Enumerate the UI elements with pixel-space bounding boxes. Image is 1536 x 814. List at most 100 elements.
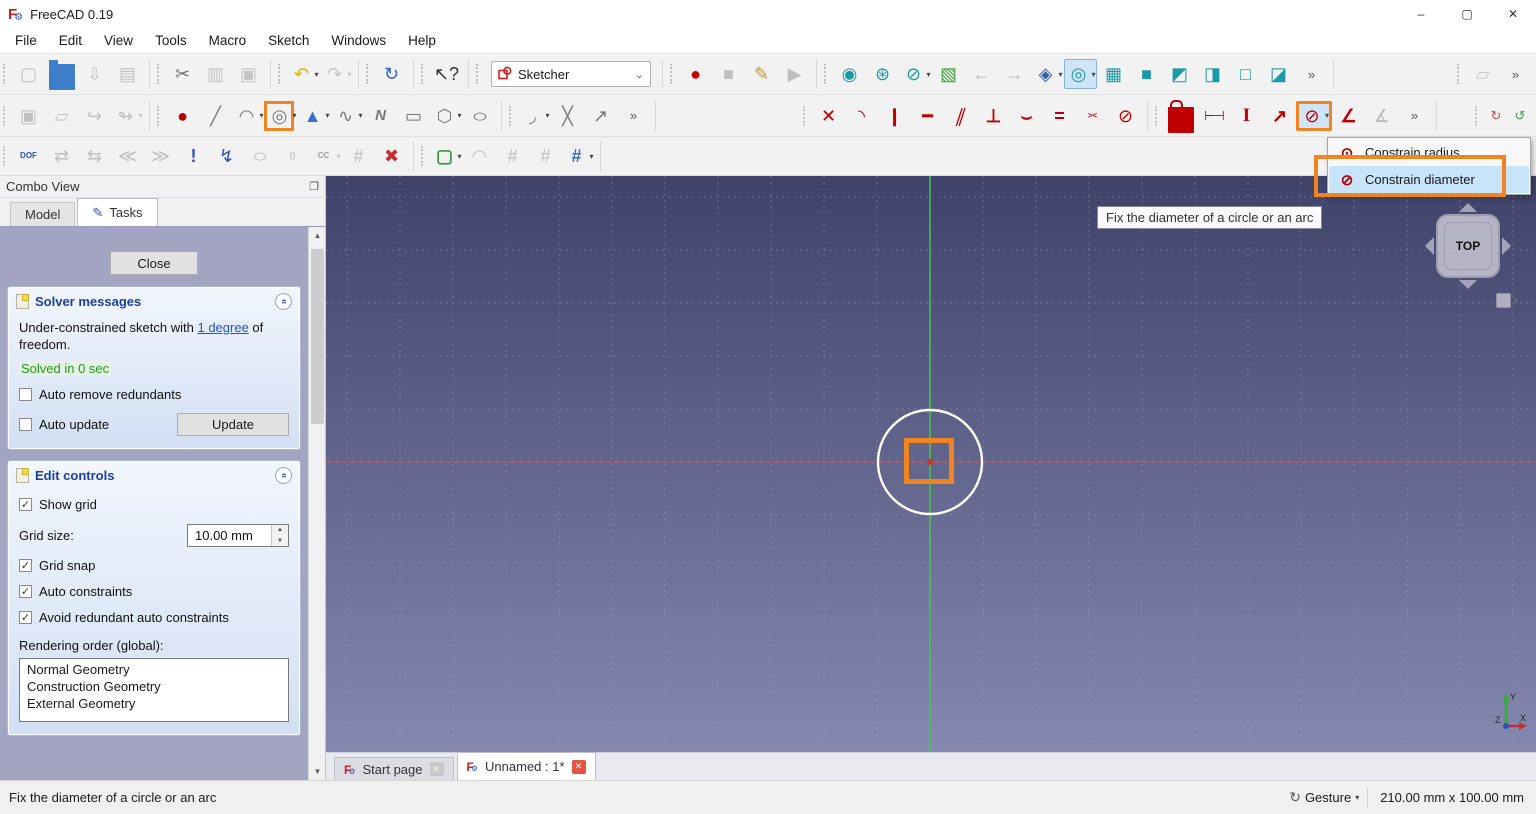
- sync-view-button[interactable]: ◎▾: [1064, 59, 1097, 89]
- constrain-coincident-button[interactable]: ✕: [812, 101, 845, 131]
- cut-button[interactable]: ✂: [166, 59, 199, 89]
- constrain-point-on-object-button[interactable]: ◝: [845, 101, 878, 131]
- undo-button[interactable]: ↶▾: [287, 59, 320, 89]
- menu-tools[interactable]: Tools: [144, 28, 198, 54]
- constrain-horizontal-button[interactable]: ━: [911, 101, 944, 131]
- navigation-cube[interactable]: TOP ▾: [1422, 200, 1514, 292]
- sketcher-view-overflow-button[interactable]: »: [1499, 59, 1532, 89]
- tab-close-icon[interactable]: ✕: [572, 760, 586, 774]
- view-overflow-button[interactable]: »: [1295, 59, 1328, 89]
- constraints-overflow-button[interactable]: »: [1398, 101, 1431, 131]
- macros-dialog-button[interactable]: ✎: [745, 59, 778, 89]
- trim-edge-button[interactable]: ╳: [551, 101, 584, 131]
- constrain-equal-button[interactable]: =: [1043, 101, 1076, 131]
- sketch-viewport[interactable]: Fix the diameter of a circle or an arc T…: [326, 176, 1536, 752]
- open-document-button[interactable]: [45, 59, 78, 89]
- create-line-button[interactable]: ╱: [199, 101, 232, 131]
- tasks-scrollbar[interactable]: ▲ ▼: [308, 227, 325, 780]
- scroll-up-icon[interactable]: ▲: [309, 227, 325, 244]
- menu-macro[interactable]: Macro: [198, 28, 258, 54]
- select-unconstrained-dof-button[interactable]: DOF: [12, 141, 45, 171]
- create-slot-button[interactable]: ○: [463, 101, 496, 131]
- menu-edit[interactable]: Edit: [48, 28, 93, 54]
- auto-constraints-checkbox[interactable]: ✓: [19, 585, 32, 598]
- constrain-lock-button[interactable]: [1164, 101, 1197, 131]
- create-rectangle-button[interactable]: ▭: [397, 101, 430, 131]
- navcube-top-face[interactable]: TOP: [1436, 214, 1500, 278]
- modify-knot-multiplicity-button[interactable]: #▾: [562, 141, 595, 171]
- top-view-button[interactable]: ◩: [1163, 59, 1196, 89]
- modify-overflow-button[interactable]: »: [617, 101, 650, 131]
- constrain-perpendicular-button[interactable]: ⊥: [977, 101, 1010, 131]
- tab-tasks[interactable]: ✎ Tasks: [77, 198, 157, 226]
- whats-this-button[interactable]: ↖?: [430, 59, 463, 89]
- constrain-symmetric-button[interactable]: ><: [1076, 101, 1109, 131]
- macro-record-button[interactable]: ●: [679, 59, 712, 89]
- constrain-horizontal-distance-button[interactable]: ⊢⊣: [1197, 101, 1230, 131]
- extend-edge-button[interactable]: ↗: [584, 101, 617, 131]
- spin-down-button[interactable]: ▼: [272, 536, 288, 547]
- show-bspline-control-polygon-button[interactable]: ▢▾: [430, 141, 463, 171]
- navcube-left-arrow-icon[interactable]: [1416, 237, 1434, 255]
- task-close-button[interactable]: Close: [110, 251, 198, 275]
- spin-up-button[interactable]: ▲: [272, 525, 288, 536]
- menu-help[interactable]: Help: [397, 28, 447, 54]
- front-view-button[interactable]: ■: [1130, 59, 1163, 89]
- menu-windows[interactable]: Windows: [320, 28, 397, 54]
- update-button[interactable]: Update: [177, 413, 289, 436]
- menu-item-constrain-radius[interactable]: ⊙Constrain radius: [1329, 139, 1529, 166]
- create-polyline-button[interactable]: N: [364, 101, 397, 131]
- toggle-driving-constraint-button[interactable]: ↻: [1484, 101, 1508, 131]
- navcube-up-arrow-icon[interactable]: [1459, 194, 1477, 212]
- document-tab-unnamed-1-[interactable]: F⚙Unnamed : 1*✕: [457, 752, 596, 780]
- right-view-button[interactable]: ◨: [1196, 59, 1229, 89]
- menu-item-constrain-diameter[interactable]: ⊘Constrain diameter: [1329, 166, 1529, 193]
- delete-all-constraints-button[interactable]: ✖: [375, 141, 408, 171]
- refresh-button[interactable]: ↻: [375, 59, 408, 89]
- draw-style-button[interactable]: ⊘▾: [899, 59, 932, 89]
- document-tab-start-page[interactable]: F⚙Start page✕: [334, 757, 454, 780]
- auto-remove-redundants-checkbox[interactable]: [19, 388, 32, 401]
- create-polygon-button[interactable]: ⬡▾: [430, 101, 463, 131]
- collapse-section-button[interactable]: «: [275, 467, 292, 484]
- navcube-right-arrow-icon[interactable]: [1502, 237, 1520, 255]
- constrain-vertical-button[interactable]: ❙: [878, 101, 911, 131]
- create-conic-button[interactable]: ▲▾: [298, 101, 331, 131]
- create-bspline-button[interactable]: ∿▾: [331, 101, 364, 131]
- tab-close-icon[interactable]: ✕: [430, 762, 444, 776]
- maximize-button[interactable]: ▢: [1444, 0, 1490, 28]
- create-fillet-button[interactable]: ◞▾: [518, 101, 551, 131]
- collapse-section-button[interactable]: «: [275, 293, 292, 310]
- list-item[interactable]: External Geometry: [20, 695, 288, 712]
- constrain-parallel-button[interactable]: ∥: [944, 101, 977, 131]
- close-button[interactable]: ✕: [1490, 0, 1536, 28]
- navcube-menu-arrow-icon[interactable]: ▾: [1514, 296, 1518, 305]
- scroll-down-icon[interactable]: ▼: [309, 763, 325, 780]
- constrain-angle-button[interactable]: ∠: [1332, 101, 1365, 131]
- fit-all-button[interactable]: ◉: [833, 59, 866, 89]
- create-circle-button[interactable]: ◎▾: [265, 101, 298, 131]
- bottom-view-button[interactable]: ◪: [1262, 59, 1295, 89]
- axonometric-view-button[interactable]: ▦: [1097, 59, 1130, 89]
- degrees-of-freedom-link[interactable]: 1 degree: [197, 320, 248, 335]
- constrain-block-button[interactable]: ⊘: [1109, 101, 1142, 131]
- tab-model[interactable]: Model: [10, 202, 75, 226]
- avoid-redundant-checkbox[interactable]: ✓: [19, 611, 32, 624]
- box-element-selection-button[interactable]: ▧: [932, 59, 965, 89]
- constrain-vertical-distance-button[interactable]: I: [1230, 101, 1263, 131]
- activate-deactivate-constraint-button[interactable]: ↺: [1508, 101, 1532, 131]
- constrain-tangent-button[interactable]: ⌣: [1010, 101, 1043, 131]
- constrain-distance-button[interactable]: ↗: [1263, 101, 1296, 131]
- rendering-order-list[interactable]: Normal GeometryConstruction GeometryExte…: [19, 658, 289, 722]
- workbench-selector[interactable]: Sketcher⌄: [491, 61, 651, 87]
- menu-view[interactable]: View: [93, 28, 144, 54]
- create-arc-button[interactable]: ◠▾: [232, 101, 265, 131]
- select-redundant-constraints-button[interactable]: ↯: [210, 141, 243, 171]
- constrain-radius-diameter-button[interactable]: ⊘▾: [1296, 101, 1332, 131]
- navcube-down-arrow-icon[interactable]: [1459, 280, 1477, 298]
- isometric-view-button[interactable]: ◈▾: [1031, 59, 1064, 89]
- minimize-button[interactable]: –: [1398, 0, 1444, 28]
- menu-sketch[interactable]: Sketch: [257, 28, 320, 54]
- create-point-button[interactable]: ●: [166, 101, 199, 131]
- grid-size-spinbox[interactable]: 10.00 mm ▲ ▼: [187, 524, 289, 547]
